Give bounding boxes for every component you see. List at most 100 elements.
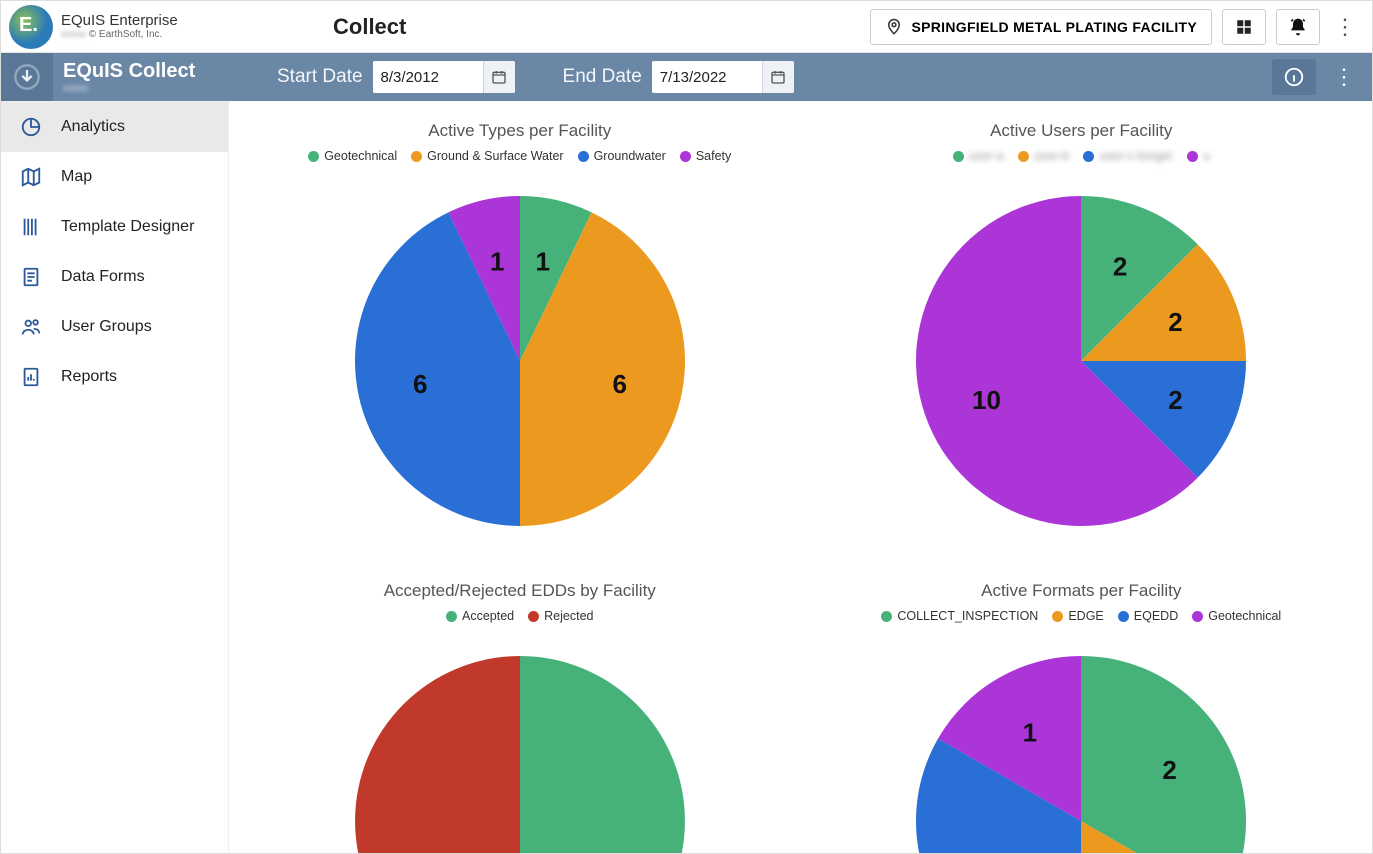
pie-value-label: 1	[535, 246, 549, 276]
end-date-input[interactable]	[652, 61, 762, 93]
sidebar-item-analytics[interactable]: Analytics	[1, 102, 228, 152]
template-icon	[19, 216, 43, 238]
legend-item[interactable]: COLLECT_INSPECTION	[881, 609, 1038, 623]
chart-title: Active Users per Facility	[821, 121, 1343, 141]
legend-item[interactable]: Groundwater	[578, 149, 666, 163]
bluebar-more-menu[interactable]: ⋮	[1322, 59, 1366, 95]
brand-title: EQuIS Enterprise	[61, 13, 178, 30]
sidebar-item-label: Data Forms	[61, 268, 145, 286]
chart-legend: Geotechnical Ground & Surface Water Ground…	[259, 149, 781, 163]
bell-icon	[1288, 17, 1308, 37]
sidebar-item-label: Map	[61, 168, 92, 186]
top-header: EQuIS Enterprise xxxxx © EarthSoft, Inc.…	[1, 1, 1372, 53]
legend-swatch-icon	[1083, 151, 1094, 162]
pie-slice[interactable]	[520, 656, 685, 853]
legend-swatch-icon	[680, 151, 691, 162]
legend-item[interactable]: Geotechnical	[308, 149, 397, 163]
pie-slice[interactable]	[355, 656, 520, 853]
legend-swatch-icon	[446, 611, 457, 622]
info-button[interactable]	[1272, 59, 1316, 95]
legend-swatch-icon	[411, 151, 422, 162]
facility-name: SPRINGFIELD METAL PLATING FACILITY	[911, 19, 1197, 35]
sidebar-item-template-designer[interactable]: Template Designer	[1, 202, 228, 252]
legend-label: Geotechnical	[324, 149, 397, 163]
legend-swatch-icon	[528, 611, 539, 622]
sidebar-item-map[interactable]: Map	[1, 152, 228, 202]
sidebar: Analytics Map Template Designer Data Forms U…	[1, 101, 229, 853]
legend-item[interactable]: user-c-longer	[1083, 149, 1173, 163]
chart-title: Active Types per Facility	[259, 121, 781, 141]
module-title: EQuIS Collect	[63, 60, 229, 83]
legend-label: EQEDD	[1134, 609, 1178, 623]
end-date-picker-button[interactable]	[762, 61, 794, 93]
start-date-input[interactable]	[373, 61, 483, 93]
pie-value-label: 2	[1169, 385, 1183, 415]
chart-legend: COLLECT_INSPECTION EDGE EQEDD Geotechnical	[821, 609, 1343, 623]
legend-label: Geotechnical	[1208, 609, 1281, 623]
end-date-label: End Date	[563, 66, 642, 88]
pie-value-label: 6	[413, 369, 427, 399]
pie-value-label: 1	[490, 246, 504, 276]
legend-label: COLLECT_INSPECTION	[897, 609, 1038, 623]
sidebar-item-label: Reports	[61, 368, 117, 386]
pie-value-label: 2	[1163, 755, 1177, 785]
legend-item[interactable]: EQEDD	[1118, 609, 1178, 623]
apps-button[interactable]	[1222, 9, 1266, 45]
legend-swatch-icon	[578, 151, 589, 162]
chart-title: Active Formats per Facility	[821, 581, 1343, 601]
legend-item[interactable]: EDGE	[1052, 609, 1103, 623]
legend-item[interactable]: Geotechnical	[1192, 609, 1281, 623]
brand-logo-icon	[9, 5, 53, 49]
legend-label: EDGE	[1068, 609, 1103, 623]
pie-chart[interactable]: 22210	[901, 181, 1261, 541]
form-icon	[19, 266, 43, 288]
sidebar-item-label: User Groups	[61, 318, 152, 336]
legend-swatch-icon	[881, 611, 892, 622]
legend-label: Accepted	[462, 609, 514, 623]
sidebar-item-reports[interactable]: Reports	[1, 352, 228, 402]
legend-label: Safety	[696, 149, 731, 163]
pie-value-label: 2	[1113, 251, 1127, 281]
info-icon	[1283, 66, 1305, 88]
legend-label: Groundwater	[594, 149, 666, 163]
legend-swatch-icon	[1192, 611, 1203, 622]
calendar-icon	[491, 69, 507, 85]
pie-chart[interactable]: 2121	[901, 641, 1261, 853]
start-date-field	[373, 61, 515, 93]
location-pin-icon	[885, 18, 903, 36]
legend-label: u	[1203, 149, 1210, 163]
legend-item[interactable]: Ground & Surface Water	[411, 149, 563, 163]
legend-swatch-icon	[1018, 151, 1029, 162]
download-arrow-icon	[13, 63, 41, 91]
legend-item[interactable]: u	[1187, 149, 1210, 163]
sidebar-item-label: Template Designer	[61, 218, 194, 236]
chart-legend: user-a user-b user-c-longer u	[821, 149, 1343, 163]
end-date-field	[652, 61, 794, 93]
calendar-icon	[770, 69, 786, 85]
legend-swatch-icon	[1052, 611, 1063, 622]
facility-selector[interactable]: SPRINGFIELD METAL PLATING FACILITY	[870, 9, 1212, 45]
legend-item[interactable]: Accepted	[446, 609, 514, 623]
legend-swatch-icon	[1187, 151, 1198, 162]
page-title: Collect	[333, 14, 406, 40]
pie-value-label: 6	[612, 369, 626, 399]
more-menu[interactable]: ⋮	[1326, 14, 1364, 40]
start-date-label: Start Date	[277, 66, 363, 88]
legend-item[interactable]: Safety	[680, 149, 731, 163]
apps-grid-icon	[1235, 18, 1253, 36]
chart-active-formats: Active Formats per Facility COLLECT_INSP…	[821, 581, 1343, 853]
pie-chart[interactable]: 1661	[340, 181, 700, 541]
legend-item[interactable]: user-b	[1018, 149, 1069, 163]
pie-chart[interactable]	[340, 641, 700, 853]
legend-item[interactable]: Rejected	[528, 609, 593, 623]
chart-legend: Accepted Rejected	[259, 609, 781, 623]
sidebar-item-user-groups[interactable]: User Groups	[1, 302, 228, 352]
legend-item[interactable]: user-a	[953, 149, 1004, 163]
start-date-picker-button[interactable]	[483, 61, 515, 93]
legend-swatch-icon	[953, 151, 964, 162]
secondary-header: EQuIS Collect xxxxx Start Date End Date …	[1, 53, 1372, 101]
legend-label: Ground & Surface Water	[427, 149, 563, 163]
sidebar-item-data-forms[interactable]: Data Forms	[1, 252, 228, 302]
pie-chart-icon	[19, 116, 43, 138]
notifications-button[interactable]	[1276, 9, 1320, 45]
